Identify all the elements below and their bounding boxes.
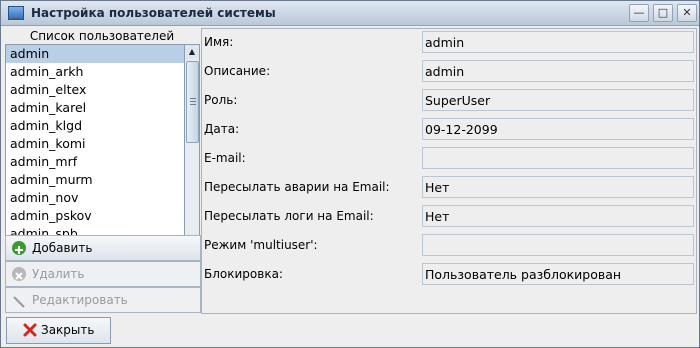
users-panel: Список пользователей admin admin_arkh ad… bbox=[5, 28, 201, 313]
users-scrollbar[interactable]: ▲ ▼ bbox=[184, 44, 200, 261]
list-item[interactable]: admin_nov bbox=[6, 189, 184, 207]
titlebar[interactable]: Настройка пользователей системы — □ ✕ bbox=[1, 1, 699, 26]
date-field: 09-12-2099 bbox=[422, 118, 694, 140]
forward-logs-row: Пересылать логи на Email: Нет bbox=[202, 203, 696, 232]
list-item[interactable]: admin bbox=[6, 45, 184, 63]
bottom-bar: Закрыть bbox=[1, 314, 699, 347]
lock-field: Пользователь разблокирован bbox=[422, 263, 694, 285]
multiuser-field bbox=[422, 234, 694, 256]
multiuser-row: Режим 'multiuser': bbox=[202, 232, 696, 261]
close-icon bbox=[22, 322, 38, 347]
delete-icon bbox=[12, 267, 26, 281]
role-field: SuperUser bbox=[422, 89, 694, 111]
name-label: Имя: bbox=[204, 35, 234, 49]
monitor-icon bbox=[8, 6, 24, 20]
list-item[interactable]: admin_eltex bbox=[6, 81, 184, 99]
email-field bbox=[422, 147, 694, 169]
add-icon bbox=[12, 241, 26, 255]
name-row: Имя: admin bbox=[202, 29, 696, 58]
add-user-label: Добавить bbox=[32, 241, 93, 255]
name-field: admin bbox=[422, 31, 694, 53]
lock-row: Блокировка: Пользователь разблокирован bbox=[202, 261, 696, 290]
list-item[interactable]: admin_mrf bbox=[6, 153, 184, 171]
delete-user-label: Удалить bbox=[32, 267, 85, 281]
list-item[interactable]: admin_karel bbox=[6, 99, 184, 117]
description-field: admin bbox=[422, 60, 694, 82]
forward-logs-label: Пересылать логи на Email: bbox=[204, 209, 374, 223]
edit-user-label: Редактировать bbox=[32, 293, 128, 307]
forward-alarms-row: Пересылать аварии на Email: Нет bbox=[202, 174, 696, 203]
date-row: Дата: 09-12-2099 bbox=[202, 116, 696, 145]
list-item[interactable]: admin_komi bbox=[6, 135, 184, 153]
user-settings-window: Настройка пользователей системы — □ ✕ Сп… bbox=[0, 0, 700, 348]
multiuser-label: Режим 'multiuser': bbox=[204, 238, 318, 252]
email-row: E-mail: bbox=[202, 145, 696, 174]
forward-alarms-field: Нет bbox=[422, 176, 694, 198]
description-row: Описание: admin bbox=[202, 58, 696, 87]
email-label: E-mail: bbox=[204, 151, 246, 165]
delete-user-button[interactable]: Удалить bbox=[5, 261, 201, 287]
list-item[interactable]: admin_murm bbox=[6, 171, 184, 189]
add-user-button[interactable]: Добавить bbox=[5, 235, 201, 261]
window-title: Настройка пользователей системы bbox=[31, 6, 276, 20]
close-window-button[interactable]: ✕ bbox=[677, 4, 697, 22]
scroll-up-icon[interactable]: ▲ bbox=[185, 45, 199, 59]
description-label: Описание: bbox=[204, 64, 271, 78]
date-label: Дата: bbox=[204, 122, 240, 136]
list-item[interactable]: admin_pskov bbox=[6, 207, 184, 225]
users-list-header: Список пользователей bbox=[29, 29, 175, 43]
users-list[interactable]: admin admin_arkh admin_eltex admin_karel… bbox=[5, 44, 185, 261]
maximize-button[interactable]: □ bbox=[653, 4, 673, 22]
close-button[interactable]: Закрыть bbox=[6, 317, 111, 344]
minimize-button[interactable]: — bbox=[629, 4, 649, 22]
lock-label: Блокировка: bbox=[204, 267, 283, 281]
close-label: Закрыть bbox=[41, 323, 95, 337]
edit-user-button[interactable]: Редактировать bbox=[5, 287, 201, 313]
forward-logs-field: Нет bbox=[422, 205, 694, 227]
user-details-panel: Имя: admin Описание: admin Роль: SuperUs… bbox=[201, 28, 697, 314]
edit-icon bbox=[12, 293, 26, 308]
role-label: Роль: bbox=[204, 93, 238, 107]
forward-alarms-label: Пересылать аварии на Email: bbox=[204, 180, 390, 194]
list-item[interactable]: admin_klgd bbox=[6, 117, 184, 135]
scroll-thumb[interactable] bbox=[186, 61, 199, 143]
role-row: Роль: SuperUser bbox=[202, 87, 696, 116]
list-item[interactable]: admin_arkh bbox=[6, 63, 184, 81]
